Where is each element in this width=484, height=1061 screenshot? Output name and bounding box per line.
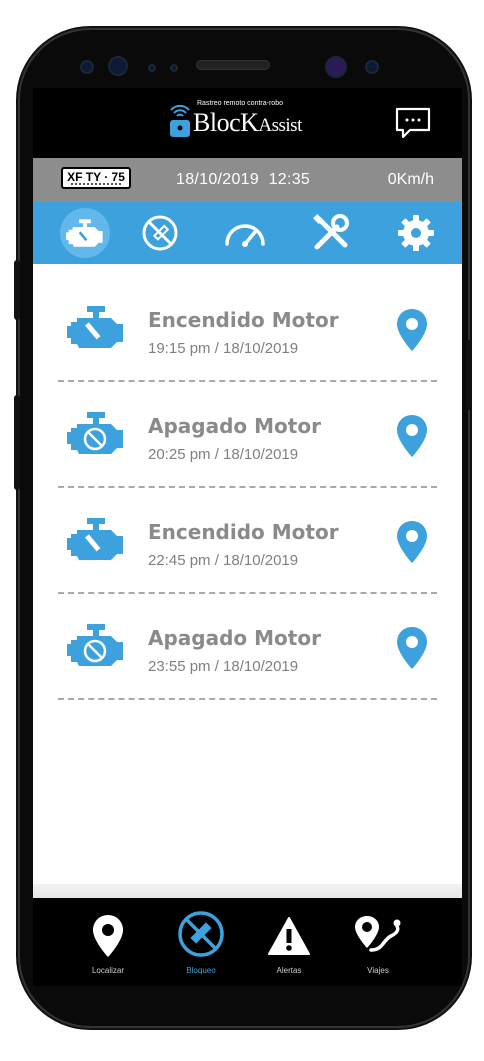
event-list: Encendido Motor 19:15 pm / 18/10/2019 Ap… [33,264,462,898]
event-title: Encendido Motor [148,308,339,332]
event-time: 20:25 pm / 18/10/2019 [148,446,299,463]
tab-engine[interactable] [60,208,110,258]
speedometer-icon [225,224,265,247]
sensor [170,64,178,72]
location-pin-icon[interactable] [396,520,428,564]
gear-icon [398,215,434,251]
event-item[interactable]: Encendido Motor 19:15 pm / 18/10/2019 [33,264,462,382]
event-item[interactable]: Encendido Motor 22:45 pm / 18/10/2019 [33,476,462,594]
block-icon [178,911,224,957]
front-camera [80,60,94,74]
nav-label: Localizar [91,966,124,975]
location-pin-icon[interactable] [396,308,428,352]
sensor [365,60,379,74]
divider [58,698,437,700]
tab-speedometer[interactable] [220,208,270,258]
tools-icon [313,214,349,250]
logo-tagline: Rastreo remoto contra-robo [197,100,283,107]
sensor [108,56,128,76]
speed-readout: 0Km/h [387,171,434,188]
logo-name-main: BlocK [193,108,259,137]
event-item[interactable]: Apagado Motor 20:25 pm / 18/10/2019 [33,370,462,488]
event-time: 23:55 pm / 18/10/2019 [148,658,299,675]
app-logo: Rastreo remoto contra-robo BlocKAssist [163,94,333,146]
logo-name: BlocKAssist [193,108,302,138]
iris-scanner [325,56,347,78]
engine-icon [66,219,103,247]
engine-off-icon [67,412,123,454]
location-pin-icon[interactable] [396,414,428,458]
location-pin-icon[interactable] [396,626,428,670]
lock-wifi-icon [170,104,190,137]
tab-block[interactable] [135,208,185,258]
speaker-grille [196,60,270,70]
tab-tools[interactable] [306,208,356,258]
chat-bubble-icon [395,107,431,139]
route-icon [355,916,401,952]
nav-label: Bloqueo [186,966,216,975]
date-time: 18/10/2019 12:35 [176,171,311,188]
nav-bloqueo[interactable]: Bloqueo [166,908,236,978]
nav-localizar[interactable]: Localizar [73,908,143,978]
logo-name-suffix: Assist [258,115,302,136]
location-pin-icon [93,915,123,957]
event-title: Encendido Motor [148,520,339,544]
nav-label: Alertas [276,966,302,975]
vehicle-status-bar: XF TY · 75 18/10/2019 12:35 0Km/h [33,158,462,202]
event-title: Apagado Motor [148,626,321,650]
bottom-nav: Localizar Bloqueo Alertas Viajes [33,898,462,986]
tab-bar [33,202,462,264]
map-preview-strip [33,884,462,898]
engine-on-icon [67,518,123,560]
nav-alertas[interactable]: Alertas [254,908,324,978]
event-time: 19:15 pm / 18/10/2019 [148,340,299,357]
volume-button [14,395,20,490]
tab-settings[interactable] [391,208,441,258]
nav-label: Viajes [367,966,389,975]
block-icon [142,215,178,251]
sensor [148,64,156,72]
engine-off-icon [67,624,123,666]
nav-viajes[interactable]: Viajes [343,908,413,978]
event-time: 22:45 pm / 18/10/2019 [148,552,299,569]
event-title: Apagado Motor [148,414,321,438]
warning-icon [268,917,310,955]
event-item[interactable]: Apagado Motor 23:55 pm / 18/10/2019 [33,582,462,700]
power-button [466,340,472,410]
engine-on-icon [67,306,123,348]
volume-button [14,260,20,320]
chat-button[interactable] [394,106,432,140]
license-plate: XF TY · 75 [61,167,131,189]
